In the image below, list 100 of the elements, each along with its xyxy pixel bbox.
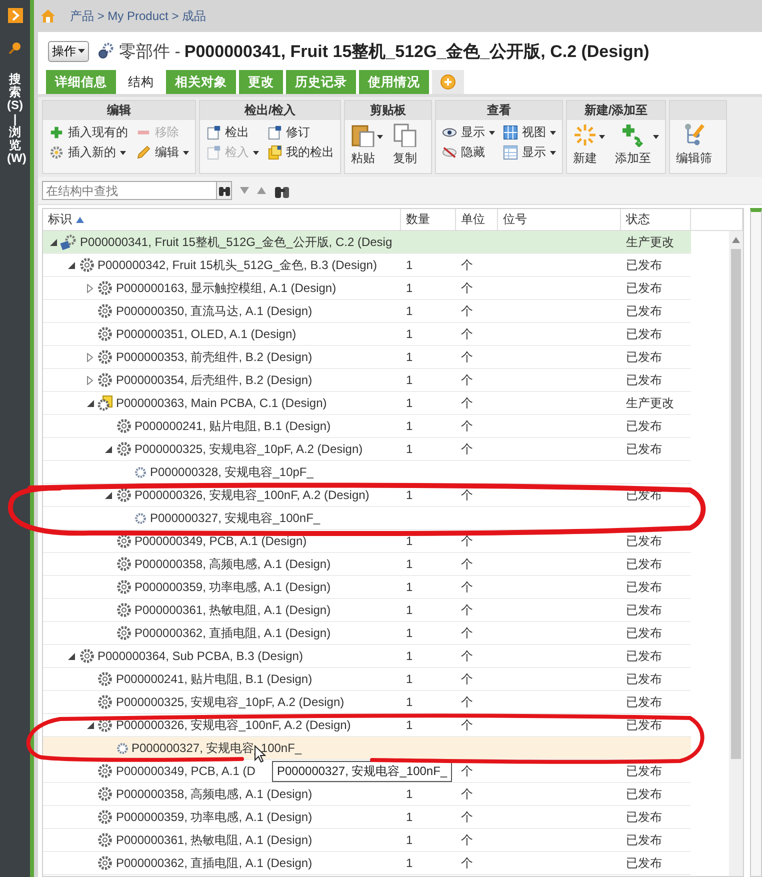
collapse-triangle-icon[interactable]	[68, 652, 75, 660]
toolbar-button[interactable]: 插入现有的	[49, 124, 128, 141]
toolbar-button[interactable]: 复制	[393, 123, 425, 167]
add-tab-button[interactable]	[432, 70, 464, 94]
part-name[interactable]: P000000358, 高频电感, A.1 (Design)	[116, 786, 312, 802]
table-row[interactable]: P000000363, Main PCBA, C.1 (Design) 1 个 生产更改	[43, 392, 691, 415]
next-arrow-icon[interactable]	[240, 186, 249, 195]
column-header[interactable]: 标识	[43, 209, 401, 230]
table-row[interactable]: P000000350, 直流马达, A.1 (Design) 1 个 已发布	[43, 300, 691, 323]
table-row[interactable]: P000000362, 直插电阻, A.1 (Design) 1 个 已发布	[43, 852, 691, 875]
part-name[interactable]: P000000362, 直插电阻, A.1 (Design)	[116, 854, 312, 872]
column-header[interactable]: 位号	[498, 209, 621, 230]
table-row[interactable]: P000000358, 高频电感, A.1 (Design) 1 个 已发布	[43, 783, 691, 806]
part-name[interactable]: P000000241, 贴片电阻, B.1 (Design)	[116, 670, 312, 688]
table-row[interactable]: P000000349, PCB, A.1 (Design) 1 个 已发布	[43, 530, 691, 553]
collapse-triangle-icon[interactable]	[86, 722, 94, 728]
toolbar-button[interactable]: 检出	[206, 124, 259, 141]
table-row[interactable]: P000000362, 直插电阻, A.1 (Design) 1 个 已发布	[43, 622, 691, 645]
part-name[interactable]: P000000349, PCB, A.1 (Design)	[134, 534, 307, 548]
table-row[interactable]: P000000163, 显示触控模组, A.1 (Design) 1 个 已发布	[43, 277, 691, 300]
part-name[interactable]: P000000363, Main PCBA, C.1 (Design)	[116, 396, 327, 410]
toolbar-button[interactable]: 插入新的	[49, 144, 128, 161]
collapse-triangle-icon[interactable]	[50, 238, 56, 246]
column-header[interactable]: 数量	[401, 209, 456, 230]
toolbar-button[interactable]: 修订	[267, 124, 334, 141]
table-row[interactable]: P000000341, Fruit 15整机_512G_金色_公开版, C.2 (Desig 生产更改	[43, 231, 691, 254]
table-row[interactable]: P000000358, 高频电感, A.1 (Design) 1 个 已发布	[43, 553, 691, 576]
panel-toggle-icon[interactable]	[8, 8, 22, 23]
part-name[interactable]: P000000325, 安规电容_10pF, A.2 (Design)	[116, 694, 344, 710]
breadcrumb[interactable]: 产品 > My Product > 成品	[70, 8, 206, 24]
part-name[interactable]: P000000362, 直插电阻, A.1 (Design)	[134, 624, 331, 642]
part-name[interactable]: P000000325, 安规电容_10pF, A.2 (Design)	[134, 440, 363, 458]
scrollbar[interactable]	[729, 231, 743, 876]
toolbar-button[interactable]: 显示	[442, 124, 495, 141]
table-row[interactable]: P000000325, 安规电容_10pF, A.2 (Design) 1 个 已发布	[43, 438, 691, 461]
part-name[interactable]: P000000349, PCB, A.1 (D	[116, 764, 256, 778]
collapse-triangle-icon[interactable]	[86, 400, 94, 406]
part-name[interactable]: P000000359, 功率电感, A.1 (Design)	[134, 578, 331, 596]
table-row[interactable]: P000000342, Fruit 15机头_512G_金色, B.3 (Design) 1 个 已发布	[43, 254, 691, 277]
part-name[interactable]: P000000241, 贴片电阻, B.1 (Design)	[134, 418, 331, 434]
part-name[interactable]: P000000358, 高频电感, A.1 (Design)	[134, 556, 331, 572]
part-name[interactable]: P000000351, OLED, A.1 (Design)	[116, 327, 296, 341]
column-header[interactable]: 单位	[456, 209, 498, 230]
toolbar-button[interactable]: 编辑筛	[676, 123, 720, 167]
scroll-up-icon[interactable]	[732, 237, 740, 243]
unit: 个	[461, 372, 473, 388]
part-name[interactable]: P000000341, Fruit 15整机_512G_金色_公开版, C.2 (Desig	[80, 234, 392, 250]
part-name[interactable]: P000000350, 直流马达, A.1 (Design)	[116, 302, 312, 320]
table-row[interactable]: P000000241, 贴片电阻, B.1 (Design) 1 个 已发布	[43, 415, 691, 438]
previous-arrow-icon[interactable]	[257, 186, 266, 195]
expand-triangle-icon[interactable]	[87, 376, 93, 384]
part-name[interactable]: P000000342, Fruit 15机头_512G_金色, B.3 (Design)	[98, 256, 377, 274]
table-row[interactable]: P000000351, OLED, A.1 (Design) 1 个 已发布	[43, 323, 691, 346]
expand-triangle-icon[interactable]	[87, 284, 93, 292]
part-name[interactable]: P000000359, 功率电感, A.1 (Design)	[116, 808, 312, 826]
caret-icon	[78, 48, 85, 54]
expand-triangle-icon[interactable]	[87, 352, 93, 362]
table-row[interactable]: P000000361, 热敏电阻, A.1 (Design) 1 个 已发布	[43, 829, 691, 852]
status: 已发布	[626, 716, 662, 734]
table-row[interactable]: P000000241, 贴片电阻, B.1 (Design) 1 个 已发布	[43, 668, 691, 691]
table-row[interactable]: P000000359, 功率电感, A.1 (Design) 1 个 已发布	[43, 806, 691, 829]
part-name[interactable]: P000000361, 热敏电阻, A.1 (Design)	[134, 602, 331, 618]
table-row[interactable]: P000000361, 热敏电阻, A.1 (Design) 1 个 已发布	[43, 599, 691, 622]
table-row[interactable]: P000000364, Sub PCBA, B.3 (Design) 1 个 已发布	[43, 645, 691, 668]
part-name[interactable]: P000000327, 安规电容_100nF_	[150, 510, 320, 526]
plus-icon	[440, 74, 456, 90]
part-name[interactable]: P000000326, 安规电容_100nF, A.2 (Design)	[134, 486, 370, 504]
part-name[interactable]: P000000326, 安规电容_100nF, A.2 (Design)	[116, 716, 351, 734]
column-header[interactable]: 状态	[621, 209, 691, 230]
part-name[interactable]: P000000364, Sub PCBA, B.3 (Design)	[98, 649, 303, 663]
table-row[interactable]: P000000328, 安规电容_10pF_	[43, 461, 691, 484]
collapse-triangle-icon[interactable]	[68, 262, 75, 268]
table-row[interactable]: P000000359, 功率电感, A.1 (Design) 1 个 已发布	[43, 576, 691, 599]
table-row[interactable]: P000000327, 安规电容_100nF_	[43, 507, 691, 530]
search-field[interactable]: 在结构中查找	[42, 181, 216, 200]
toolbar-button[interactable]: 粘贴	[351, 123, 383, 167]
toolbar-button[interactable]: 我的检出	[267, 144, 334, 161]
part-name[interactable]: P000000354, 后壳组件, B.2 (Design)	[116, 372, 312, 388]
status: 已发布	[626, 786, 662, 802]
table-row[interactable]: P000000353, 前壳组件, B.2 (Design) 1 个 已发布	[43, 346, 691, 369]
status: 已发布	[626, 280, 662, 296]
toolbar-button[interactable]: 显示	[503, 144, 556, 161]
toolbar-button[interactable]: 隐藏	[442, 144, 495, 161]
part-name[interactable]: P000000353, 前壳组件, B.2 (Design)	[116, 348, 312, 366]
toolbar-button[interactable]: 编辑	[136, 144, 189, 161]
actions-dropdown[interactable]: 操作	[48, 40, 89, 62]
collapse-triangle-icon[interactable]	[105, 492, 112, 498]
table-row[interactable]: P000000354, 后壳组件, B.2 (Design) 1 个 已发布	[43, 369, 691, 392]
toolbar-button[interactable]: 新建	[573, 123, 605, 167]
part-name[interactable]: P000000163, 显示触控模组, A.1 (Design)	[116, 280, 336, 296]
quantity: 1	[406, 787, 413, 801]
scroll-thumb[interactable]	[731, 249, 741, 759]
find-button[interactable]	[216, 181, 232, 200]
search-icon[interactable]	[8, 41, 22, 55]
part-name[interactable]: P000000361, 热敏电阻, A.1 (Design)	[116, 832, 312, 848]
table-row[interactable]: P000000325, 安规电容_10pF, A.2 (Design) 1 个 已发布	[43, 691, 691, 714]
part-name[interactable]: P000000328, 安规电容_10pF_	[150, 464, 314, 480]
collapse-triangle-icon[interactable]	[105, 446, 112, 452]
toolbar-button[interactable]: 视图	[503, 124, 556, 141]
toolbar-button[interactable]: 添加至	[615, 123, 659, 167]
